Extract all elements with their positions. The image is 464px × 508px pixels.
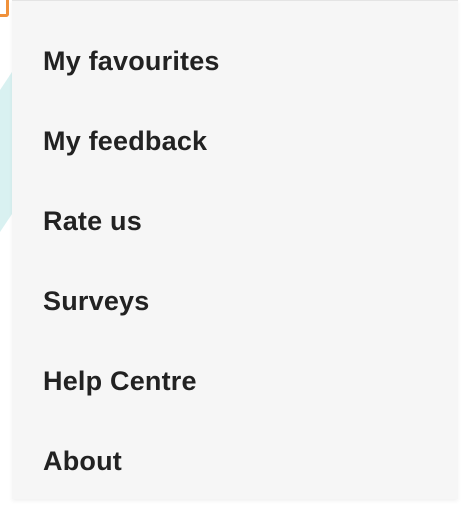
menu-item-label: Surveys [43, 285, 150, 316]
overflow-menu: My favourites My feedback Rate us Survey… [12, 0, 458, 499]
menu-item-label: My favourites [43, 45, 220, 76]
menu-item-label: Help Centre [43, 365, 197, 396]
menu-item-surveys[interactable]: Surveys [12, 261, 458, 341]
corner-accent-mark [0, 0, 9, 17]
menu-item-about[interactable]: About [12, 421, 458, 501]
menu-item-my-favourites[interactable]: My favourites [12, 21, 458, 101]
menu-item-rate-us[interactable]: Rate us [12, 181, 458, 261]
menu-item-label: About [43, 445, 122, 476]
menu-item-label: Rate us [43, 205, 142, 236]
menu-item-label: My feedback [43, 125, 208, 156]
menu-item-help-centre[interactable]: Help Centre [12, 341, 458, 421]
menu-item-my-feedback[interactable]: My feedback [12, 101, 458, 181]
menu-list: My favourites My feedback Rate us Survey… [12, 1, 458, 501]
